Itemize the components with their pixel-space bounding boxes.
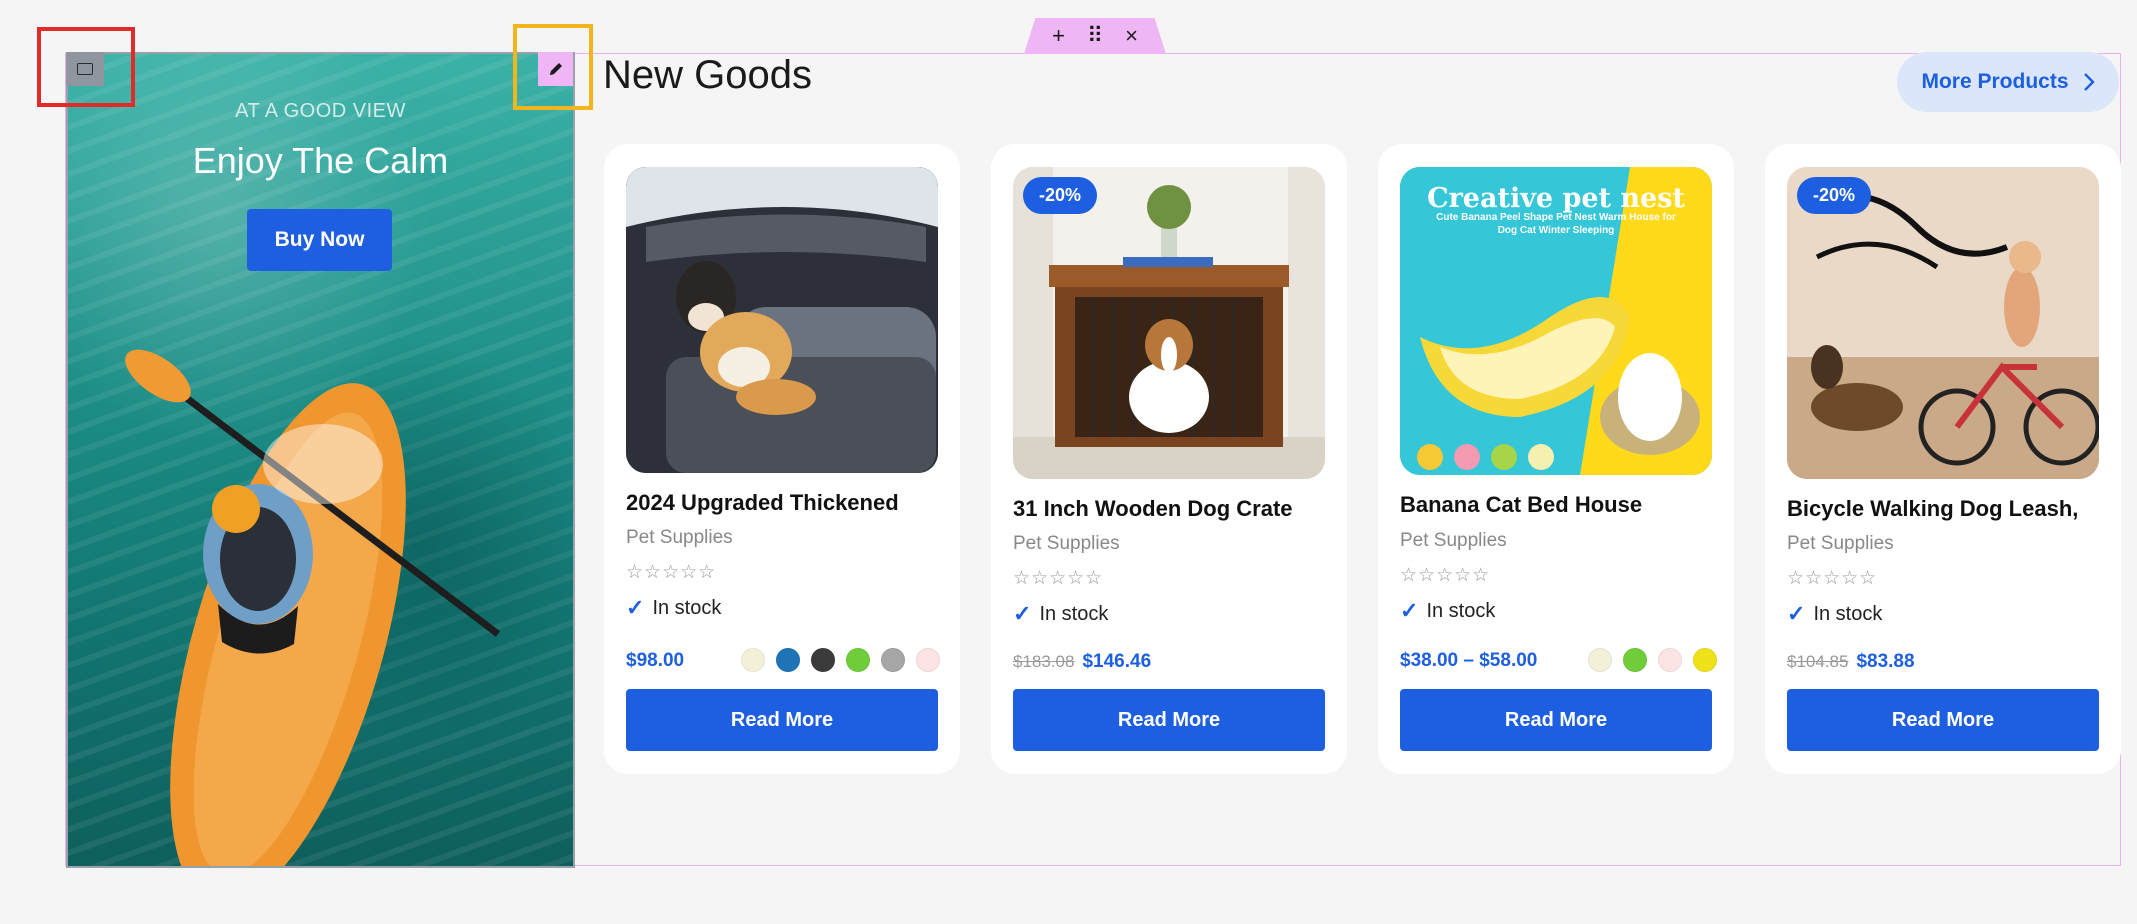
- swatch[interactable]: [846, 648, 870, 672]
- product-price: $104.85 $83.88: [1787, 651, 1915, 673]
- color-swatches: [1588, 648, 1717, 672]
- close-icon[interactable]: ×: [1125, 25, 1138, 47]
- stock-label: In stock: [1039, 602, 1109, 625]
- read-more-button[interactable]: Read More: [626, 689, 938, 751]
- image-subtext: Cute Banana Peel Shape Pet Nest Warm Hou…: [1436, 212, 1676, 236]
- read-more-button[interactable]: Read More: [1787, 689, 2099, 751]
- swatch[interactable]: [916, 648, 940, 672]
- price-old: $104.85: [1787, 652, 1849, 671]
- product-title[interactable]: 31 Inch Wooden Dog Crate: [1013, 496, 1293, 522]
- swatch[interactable]: [1623, 648, 1647, 672]
- stock-status: ✓ In stock: [1013, 601, 1108, 627]
- more-products-button[interactable]: More Products: [1897, 52, 2119, 112]
- read-more-button[interactable]: Read More: [1013, 689, 1325, 751]
- section-title: New Goods: [603, 53, 812, 97]
- stock-status: ✓ In stock: [1787, 601, 1882, 627]
- more-products-label: More Products: [1921, 70, 2069, 93]
- check-icon: ✓: [1400, 598, 1419, 623]
- color-swatches: [741, 648, 940, 672]
- rating-stars: ☆☆☆☆☆: [626, 562, 717, 583]
- add-section-icon[interactable]: +: [1052, 25, 1065, 47]
- stock-label: In stock: [1426, 599, 1496, 622]
- rating-stars: ☆☆☆☆☆: [1013, 568, 1104, 589]
- price-range: $38.00 – $58.00: [1400, 650, 1538, 671]
- product-card: -20% 31 Inch Wooden Dog Crate Pet Suppli…: [991, 144, 1347, 774]
- section-toolbar[interactable]: + ⠿ ×: [1024, 18, 1166, 54]
- product-title[interactable]: Bicycle Walking Dog Leash,: [1787, 496, 2078, 522]
- product-category[interactable]: Pet Supplies: [1787, 533, 1894, 555]
- price-current: $146.46: [1082, 651, 1152, 672]
- price-current: $83.88: [1856, 651, 1915, 672]
- highlight-box-red: [37, 27, 135, 107]
- swatch[interactable]: [1658, 648, 1682, 672]
- swatch[interactable]: [776, 648, 800, 672]
- rating-stars: ☆☆☆☆☆: [1400, 565, 1491, 586]
- discount-badge: -20%: [1797, 177, 1872, 214]
- stock-status: ✓ In stock: [1400, 598, 1495, 624]
- swatch[interactable]: [811, 648, 835, 672]
- check-icon: ✓: [1787, 601, 1806, 626]
- product-category[interactable]: Pet Supplies: [1013, 533, 1120, 555]
- product-image-dog-crate[interactable]: -20%: [1013, 167, 1325, 479]
- swatch[interactable]: [741, 648, 765, 672]
- product-image-car-seat[interactable]: [626, 167, 938, 473]
- highlight-box-yellow: [513, 24, 593, 110]
- product-image-banana-bed[interactable]: Creative pet nest Cute Banana Peel Shape…: [1400, 167, 1712, 475]
- check-icon: ✓: [626, 595, 645, 620]
- check-icon: ✓: [1013, 601, 1032, 626]
- product-image-bike-leash[interactable]: -20%: [1787, 167, 2099, 479]
- stock-status: ✓ In stock: [626, 595, 721, 621]
- product-price: $183.08 $146.46: [1013, 651, 1151, 673]
- drag-handle-icon[interactable]: ⠿: [1087, 25, 1103, 47]
- product-card: -20% Bicycle Walking Dog Leash, Pet Supp…: [1765, 144, 2121, 774]
- discount-badge: -20%: [1023, 177, 1098, 214]
- price-old: $183.08: [1013, 652, 1075, 671]
- product-category[interactable]: Pet Supplies: [626, 527, 733, 549]
- stock-label: In stock: [1813, 602, 1883, 625]
- product-price: $98.00: [626, 650, 684, 672]
- price-current: $98.00: [626, 650, 685, 671]
- product-category[interactable]: Pet Supplies: [1400, 530, 1507, 552]
- rating-stars: ☆☆☆☆☆: [1787, 568, 1878, 589]
- chevron-right-icon: [2083, 73, 2095, 91]
- read-more-button[interactable]: Read More: [1400, 689, 1712, 751]
- product-price: $38.00 – $58.00: [1400, 650, 1537, 672]
- swatch[interactable]: [1588, 648, 1612, 672]
- image-headline: Creative pet nest: [1427, 183, 1685, 214]
- product-title[interactable]: Banana Cat Bed House: [1400, 492, 1642, 518]
- column-outline: [66, 52, 575, 868]
- product-card: 2024 Upgraded Thickened Pet Supplies ☆☆☆…: [604, 144, 960, 774]
- stock-label: In stock: [652, 596, 722, 619]
- swatch[interactable]: [881, 648, 905, 672]
- product-card: Creative pet nest Cute Banana Peel Shape…: [1378, 144, 1734, 774]
- swatch[interactable]: [1693, 648, 1717, 672]
- product-title[interactable]: 2024 Upgraded Thickened: [626, 490, 899, 516]
